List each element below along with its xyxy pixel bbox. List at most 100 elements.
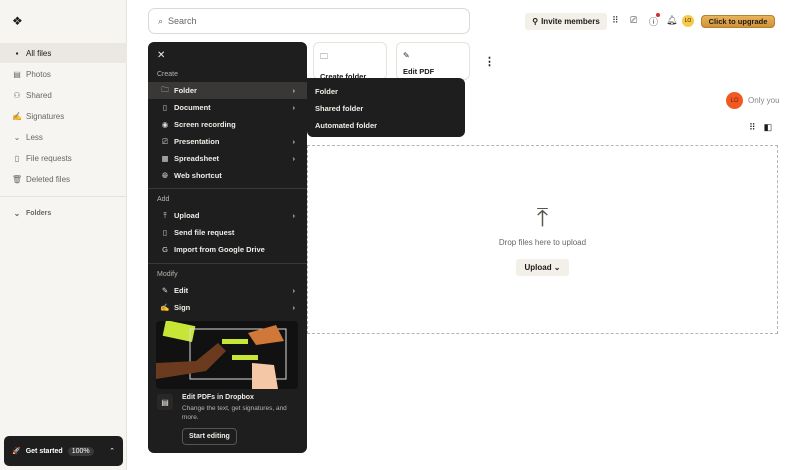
google-icon: G [162,245,168,254]
section-create: Create [157,71,179,78]
folders-label: Folders [26,209,52,217]
sidebar-item-label: Signatures [26,111,65,121]
pencil-icon: ✎ [403,51,410,60]
menu-item-edit[interactable]: ✎ Edit › [148,282,307,299]
globe-icon: 🌐︎ [162,170,168,180]
sidebar-item-all-files[interactable]: ▪ All files [0,43,127,63]
trash-icon: 🗑 [11,174,23,184]
menu-item-web-shortcut[interactable]: 🌐︎ Web shortcut [148,167,307,184]
upload-icon: ⤒ [163,210,167,220]
menu-item-upload[interactable]: ⤒ Upload › [148,207,307,224]
submenu-item-automated-folder[interactable]: Automated folder [315,121,377,130]
owner-avatar: LO [726,92,743,109]
folder-plus-icon: 🗀 [320,52,328,61]
get-started-label: Get started [25,447,63,455]
menu-item-screen-recording[interactable]: ◉ Screen recording [148,116,307,133]
screen-icon[interactable]: ⎚ [630,15,637,26]
grid-view-icon[interactable]: ⠿ [749,122,756,133]
menu-item-sign[interactable]: ✍ Sign › [148,299,307,316]
folder-icon: 🗀 [161,85,169,94]
sharing-info: LO Only you [726,92,780,109]
user-add-icon: ⚲ [532,17,539,26]
divider [148,188,307,189]
bell-icon[interactable]: 🔔︎ [666,15,677,26]
menu-item-spreadsheet[interactable]: ▦ Spreadsheet › [148,150,307,167]
invite-members-button[interactable]: ⚲ Invite members [525,13,607,30]
drop-text: Drop files here to upload [498,237,587,247]
more-options-icon[interactable]: ⋮ [484,55,495,68]
progress-badge: 100% [67,446,94,456]
promo-title: Edit PDFs in Dropbox [182,394,254,401]
chevron-right-icon: › [292,137,296,146]
card-label: Edit PDF [403,67,435,76]
sidebar-item-photos[interactable]: ▤ Photos [0,64,127,84]
view-controls: ⠿ ◧ [749,122,772,133]
record-icon: ◉ [161,120,169,129]
dropbox-logo-icon[interactable]: ❖ [12,14,23,28]
file-request-icon: ▯ [14,153,20,163]
avatar[interactable]: LO [682,15,694,27]
menu-item-import-google-drive[interactable]: G Import from Google Drive [148,241,307,258]
divider [148,263,307,264]
menu-item-label: Document [174,103,211,112]
sidebar-item-less[interactable]: ⌄ Less [0,127,127,147]
document-icon: ▯ [162,103,168,112]
sidebar-item-deleted-files[interactable]: 🗑 Deleted files [0,169,127,189]
sidebar-item-file-requests[interactable]: ▯ File requests [0,148,127,168]
sidebar-item-shared[interactable]: ⚇ Shared [0,85,127,105]
chevron-right-icon: › [292,103,296,112]
folders-toggle[interactable]: ⌄ Folders [0,203,127,223]
menu-item-label: Spreadsheet [174,154,220,163]
chevron-right-icon: › [292,154,296,163]
drop-zone[interactable]: ⤒ Drop files here to upload Upload ⌄ [307,145,778,334]
menu-item-label: Edit [174,286,189,295]
upgrade-button[interactable]: Click to upgrade [701,15,775,28]
menu-item-label: Presentation [174,137,220,146]
folder-submenu: Folder Shared folder Automated folder [307,78,465,137]
sidebar: ❖ ▪ All files ▤ Photos ⚇ Shared ✍ Signatures… [0,0,127,470]
rocket-icon: 🚀 [12,448,21,455]
create-folder-card[interactable]: 🗀 Create folder [313,42,387,81]
help-icon[interactable]: ⓘ [649,13,661,28]
chevron-up-icon: ⌃ [109,448,115,455]
apps-grid-icon[interactable]: ⠿ [612,15,619,26]
sidebar-item-label: File requests [26,153,72,163]
chevron-down-icon: ⌄ [13,132,21,142]
search-placeholder: Search [168,16,197,26]
close-icon[interactable]: ✕ [157,50,165,61]
start-editing-button[interactable]: Start editing [182,428,237,445]
menu-item-label: Web shortcut [174,171,222,180]
sidebar-item-label: All files [26,48,52,58]
pdf-icon: ▤ [157,394,173,410]
menu-item-folder[interactable]: 🗀 Folder › [148,82,307,99]
menu-item-presentation[interactable]: ⎚ Presentation › [148,133,307,150]
chevron-right-icon: › [292,286,296,295]
menu-item-label: Folder [174,86,197,95]
chevron-right-icon: › [292,86,296,95]
promo-illustration [156,321,298,389]
sidebar-item-signatures[interactable]: ✍ Signatures [0,106,127,126]
menu-item-label: Import from Google Drive [174,245,265,254]
menu-item-label: Upload [174,211,200,220]
signature-icon: ✍ [160,303,170,312]
sidebar-item-label: Shared [26,90,52,100]
chevron-right-icon: › [292,211,296,220]
search-input[interactable]: ⌕ Search [148,8,470,34]
submenu-item-folder[interactable]: Folder [315,87,338,96]
sidebar-item-label: Deleted files [26,174,71,184]
edit-pdf-card[interactable]: ✎ Edit PDF [396,42,470,80]
get-started-button[interactable]: 🚀 Get started 100% ⌃ [4,436,123,466]
owner-label: Only you [748,96,780,105]
menu-item-send-file-request[interactable]: ▯ Send file request [148,224,307,241]
panel-toggle-icon[interactable]: ◧ [764,122,773,133]
chevron-right-icon: › [292,303,296,312]
promo-description: Change the text, get signatures, and mor… [182,405,287,422]
sidebar-item-label: Photos [26,69,51,79]
menu-item-document[interactable]: ▯ Document › [148,99,307,116]
menu-item-label: Sign [174,303,191,312]
upload-button[interactable]: Upload ⌄ [516,258,569,276]
signature-icon: ✍ [12,111,22,121]
search-icon: ⌕ [158,15,164,26]
submenu-item-shared-folder[interactable]: Shared folder [315,104,363,113]
create-menu: ✕ Create 🗀 Folder › ▯ Document › ◉ Screen rec… [148,42,307,453]
